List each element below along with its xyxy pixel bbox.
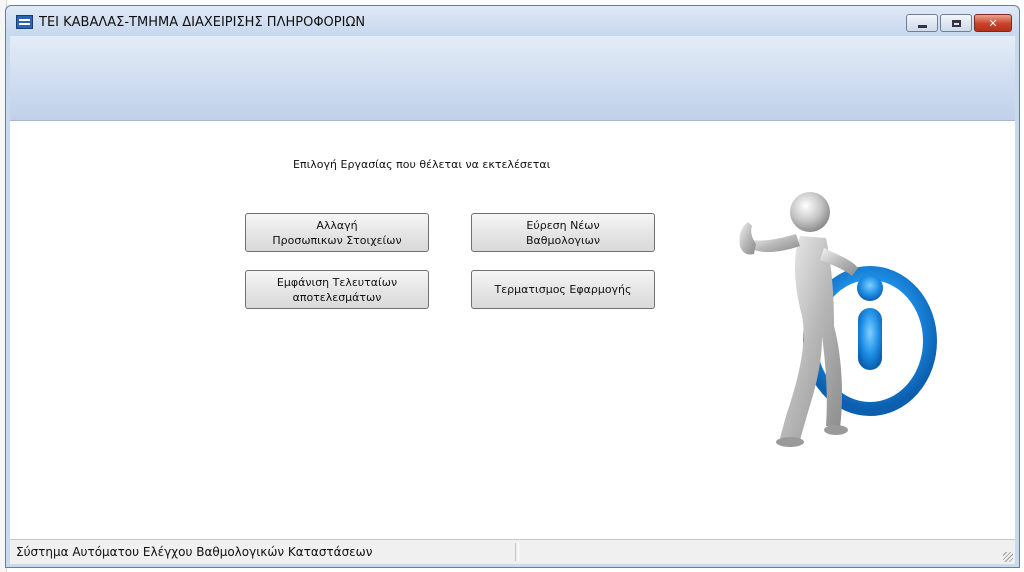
figure-foot-shape (824, 425, 848, 435)
figure-left-arm-shape (752, 234, 800, 253)
minimize-icon (917, 24, 927, 28)
task-prompt-label: Επιλογή Εργασίας που θέλεται να εκτελέσε… (293, 158, 551, 171)
figure-body-shape (780, 236, 842, 440)
thumbs-up-icon (739, 222, 756, 255)
status-bar: Σύστημα Αυτόματου Ελέγχου Βαθμολογικών Κ… (10, 539, 1015, 564)
window-title: ΤΕΙ ΚΑΒΑΛΑΣ-ΤΜΗΜΑ ΔΙΑΧΕΙΡΙΣΗΣ ΠΛΗΡΟΦΟΡΙΩ… (39, 15, 366, 30)
close-button[interactable]: ✕ (974, 14, 1012, 32)
find-new-grades-button[interactable]: Εύρεση Νέων Βαθμολογιων (471, 213, 655, 252)
app-window: ΤΕΙ ΚΑΒΑΛΑΣ-ΤΜΗΜΑ ΔΙΑΧΕΙΡΙΣΗΣ ΠΛΗΡΟΦΟΡΙΩ… (5, 5, 1020, 568)
info-figure-icon (739, 192, 937, 447)
maximize-button[interactable] (940, 14, 972, 32)
status-separator (515, 543, 519, 561)
status-text: Σύστημα Αυτόματου Ελέγχου Βαθμολογικών Κ… (16, 545, 373, 559)
resize-grip[interactable] (1003, 552, 1013, 562)
show-latest-results-button[interactable]: Εμφάνιση Τελευταίων αποτελεσμάτων (245, 270, 429, 309)
minimize-button[interactable] (906, 14, 938, 32)
exit-application-button[interactable]: Τερματισμος Εφαρμογής (471, 270, 655, 309)
info-stem-shape (858, 308, 882, 370)
window-controls: ✕ (906, 14, 1012, 32)
figure-head-shape (790, 192, 830, 232)
close-icon: ✕ (988, 16, 998, 30)
main-panel: Επιλογή Εργασίας που θέλεται να εκτελέσε… (10, 121, 1015, 539)
app-icon[interactable] (16, 15, 33, 29)
title-bar[interactable]: ΤΕΙ ΚΑΒΑΛΑΣ-ΤΜΗΜΑ ΔΙΑΧΕΙΡΙΣΗΣ ΠΛΗΡΟΦΟΡΙΩ… (6, 6, 1019, 36)
info-dot-shape (857, 275, 883, 301)
header-banner (10, 36, 1015, 121)
maximize-icon (951, 19, 961, 27)
change-personal-info-button[interactable]: Αλλαγή Προσωπικων Στοιχείων (245, 213, 429, 252)
figure-foot-shape (776, 437, 804, 447)
